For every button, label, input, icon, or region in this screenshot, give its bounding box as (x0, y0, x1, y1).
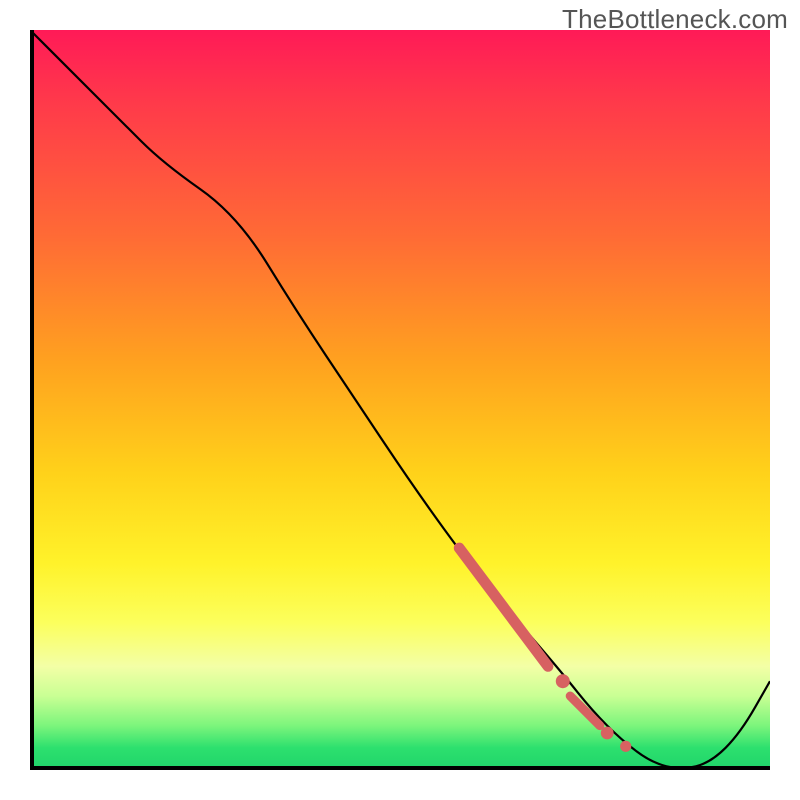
marker-segment (459, 548, 548, 666)
chart-stage: TheBottleneck.com (0, 0, 800, 800)
marker-dot (556, 674, 570, 688)
curve-markers (459, 548, 631, 752)
curve-line (30, 30, 770, 768)
marker-dot (601, 727, 614, 740)
chart-overlay (30, 30, 770, 770)
marker-dot (620, 741, 631, 752)
plot-area (30, 30, 770, 770)
